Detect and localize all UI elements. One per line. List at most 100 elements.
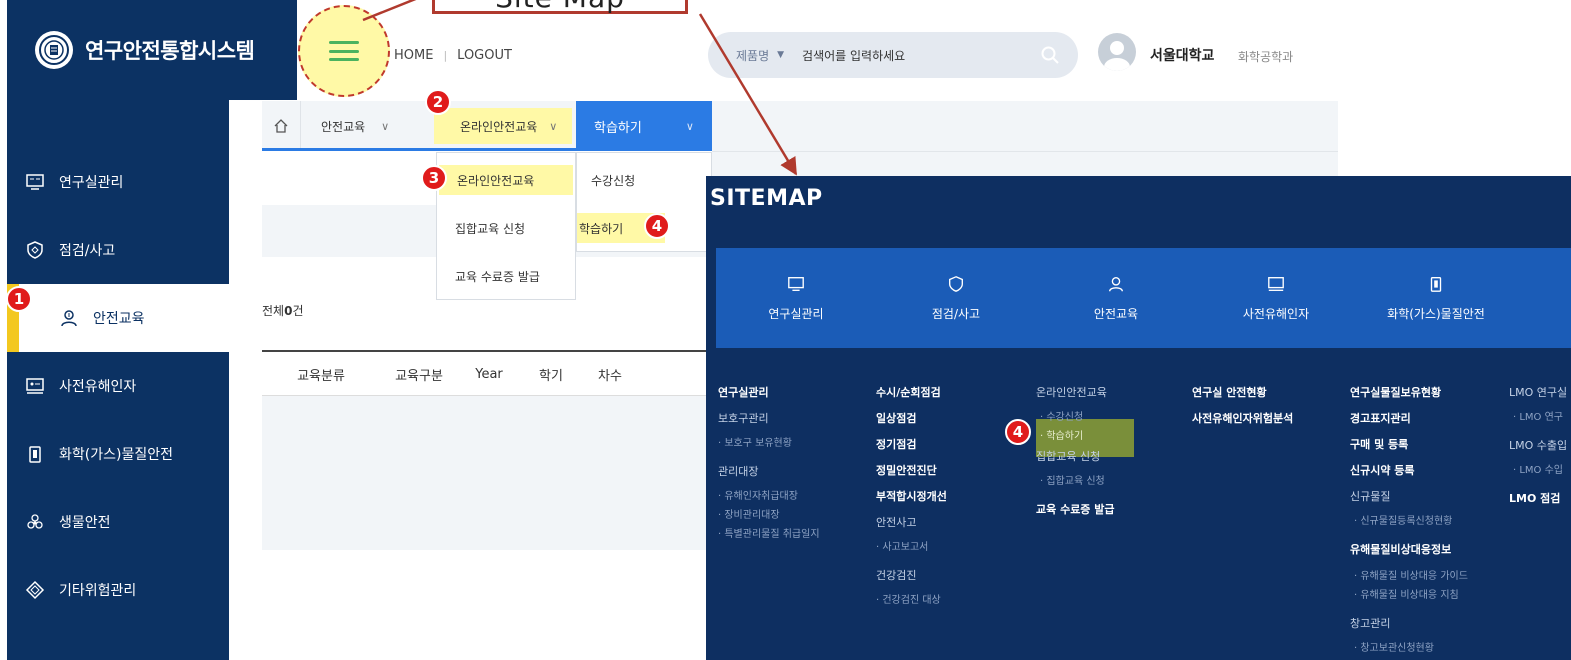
column-header[interactable]: Year bbox=[458, 352, 520, 396]
sitemap-categories: 연구실관리 점검/사고 안전교육 사전유해인자 화학(가스)물질안전 bbox=[716, 248, 1571, 348]
education-icon bbox=[1109, 276, 1123, 291]
sitemap-link[interactable]: 건강검진 bbox=[876, 567, 947, 583]
sitemap-link[interactable]: 경고표지관리 bbox=[1350, 410, 1468, 426]
screen-icon bbox=[26, 378, 44, 394]
diamond-icon bbox=[25, 580, 45, 600]
breadcrumb-level2[interactable]: 온라인안전교육 ∨ bbox=[434, 108, 572, 144]
sitemap-link[interactable]: 정기점검 bbox=[876, 436, 947, 452]
caret-down-icon[interactable]: ▼ bbox=[777, 50, 784, 60]
menu-item-online-education[interactable]: 온라인안전교육 bbox=[439, 165, 573, 195]
avatar[interactable] bbox=[1098, 33, 1136, 71]
sitemap-column-lab: 연구실관리 보호구관리 · 보호구 보유현황 관리대장 · 유해인자취급대장 ·… bbox=[718, 384, 820, 544]
shield-icon bbox=[27, 241, 43, 259]
sidebar-item-safety-education[interactable]: 안전교육 bbox=[7, 284, 229, 352]
sitemap-link[interactable]: LMO 수출입 bbox=[1509, 437, 1567, 453]
sitemap-link[interactable]: 관리대장 bbox=[718, 463, 820, 479]
search-category-select[interactable]: 제품명 bbox=[736, 47, 769, 64]
sidebar-item-bio-safety[interactable]: 생물안전 bbox=[7, 488, 229, 556]
sitemap-link[interactable]: 온라인안전교육 bbox=[1036, 384, 1115, 400]
top-links: HOME | LOGOUT bbox=[394, 48, 512, 63]
sitemap-category-label: 점검/사고 bbox=[931, 306, 981, 321]
sitemap-link[interactable]: 창고관리 bbox=[1350, 615, 1468, 631]
sitemap-link[interactable]: 구매 및 등록 bbox=[1350, 436, 1468, 452]
sitemap-category-label: 사전유해인자 bbox=[1242, 306, 1310, 321]
breadcrumb-level1-label: 안전교육 bbox=[321, 119, 366, 134]
biohazard-icon bbox=[27, 514, 43, 529]
sitemap-link[interactable]: 안전사고 bbox=[876, 514, 947, 530]
sitemap-sublink[interactable]: · 건강검진 대상 bbox=[876, 591, 947, 606]
sitemap-sublink[interactable]: · 장비관리대장 bbox=[718, 506, 820, 521]
sitemap-category-lab[interactable]: 연구실관리 bbox=[716, 248, 876, 348]
search-icon[interactable] bbox=[1040, 45, 1060, 65]
menu-item-group-education[interactable]: 집합교육 신청 bbox=[437, 213, 577, 243]
menu-item-enroll[interactable]: 수강신청 bbox=[577, 165, 713, 195]
sitemap-link[interactable]: 신규시약 등록 bbox=[1350, 462, 1468, 478]
sitemap-link[interactable]: 보호구관리 bbox=[718, 410, 820, 426]
sidebar-item-chemical-safety[interactable]: 화학(가스)물질안전 bbox=[7, 420, 229, 488]
sitemap-sublink[interactable]: · 집합교육 신청 bbox=[1036, 472, 1115, 487]
sitemap-sublink[interactable]: · 수강신청 bbox=[1036, 408, 1115, 423]
monitor-icon bbox=[788, 276, 804, 291]
sitemap-link[interactable]: LMO 점검 bbox=[1509, 490, 1567, 506]
sitemap-category-chemical[interactable]: 화학(가스)물질안전 bbox=[1356, 248, 1516, 348]
sitemap-callout: Site Map bbox=[432, 0, 688, 14]
step-badge: 3 bbox=[421, 165, 447, 191]
step-badge: 4 bbox=[644, 213, 670, 239]
sidebar-item-hazard-factors[interactable]: 사전유해인자 bbox=[7, 352, 229, 420]
brand-name: 연구안전통합시스템 bbox=[85, 39, 255, 63]
sitemap-sublink[interactable]: · 창고보관신청현황 bbox=[1350, 639, 1468, 654]
sidebar-item-other-risks[interactable]: 기타위험관리 bbox=[7, 556, 229, 624]
sitemap-category-hazard[interactable]: 사전유해인자 bbox=[1196, 248, 1356, 348]
sitemap-link[interactable]: 수시/순회점검 bbox=[876, 384, 947, 400]
sidebar-item-inspection[interactable]: 점검/사고 bbox=[7, 216, 229, 284]
home-link[interactable]: HOME bbox=[394, 48, 433, 63]
home-icon[interactable] bbox=[262, 101, 300, 151]
column-header[interactable]: 교육분류 bbox=[262, 352, 380, 396]
breadcrumb-level1[interactable]: 안전교육 ∨ bbox=[300, 101, 434, 151]
sitemap-link[interactable]: 집합교육 신청 bbox=[1036, 448, 1115, 464]
sitemap-sublink[interactable]: · 유해인자취급대장 bbox=[718, 487, 820, 502]
sitemap-sublink[interactable]: · 유해물질 비상대응 가이드 bbox=[1350, 567, 1468, 582]
sitemap-link[interactable]: 연구실관리 bbox=[718, 384, 820, 400]
brand[interactable]: 연구안전통합시스템 bbox=[7, 0, 297, 100]
sitemap-sublink-learn[interactable]: · 학습하기 bbox=[1036, 427, 1115, 442]
menu-item-certificate[interactable]: 교육 수료증 발급 bbox=[437, 261, 577, 291]
column-header[interactable]: 학기 bbox=[520, 352, 582, 396]
sitemap-column-hazard: 연구실 안전현황 사전유해인자위험분석 bbox=[1192, 384, 1293, 436]
column-header[interactable]: 차수 bbox=[582, 352, 638, 396]
sitemap-link[interactable]: 신규물질 bbox=[1350, 488, 1468, 504]
sitemap-link[interactable]: LMO 연구실 bbox=[1509, 384, 1567, 400]
hamburger-menu-icon[interactable] bbox=[329, 41, 359, 61]
sitemap-sublink[interactable]: · 사고보고서 bbox=[876, 538, 947, 553]
sitemap-sublink[interactable]: · 유해물질 비상대응 지침 bbox=[1350, 586, 1468, 601]
sitemap-link[interactable]: 사전유해인자위험분석 bbox=[1192, 410, 1293, 426]
dropdown-level3: 수강신청 학습하기 bbox=[576, 152, 712, 252]
sidebar: 연구실관리 점검/사고 안전교육 사전유해인자 화학(가스)물질안전 생물안전 … bbox=[7, 100, 229, 660]
sitemap-link[interactable]: 연구실물질보유현황 bbox=[1350, 384, 1468, 400]
table-header: 교육분류 교육구분 Year 학기 차수 bbox=[262, 350, 712, 396]
logout-link[interactable]: LOGOUT bbox=[457, 48, 512, 63]
sitemap-category-label: 안전교육 bbox=[1093, 306, 1139, 321]
column-header[interactable]: 교육구분 bbox=[380, 352, 458, 396]
search-input[interactable]: 검색어를 입력하세요 bbox=[802, 47, 1040, 64]
right-panel bbox=[712, 101, 1338, 176]
sitemap-sublink[interactable]: · 특별관리물질 취급일지 bbox=[718, 525, 820, 540]
sitemap-sublink[interactable]: · LMO 연구 bbox=[1509, 408, 1567, 423]
screen-icon bbox=[1268, 276, 1284, 291]
sitemap-link[interactable]: 일상점검 bbox=[876, 410, 947, 426]
sitemap-link[interactable]: 정밀안전진단 bbox=[876, 462, 947, 478]
sidebar-item-lab-management[interactable]: 연구실관리 bbox=[7, 148, 229, 216]
sitemap-link[interactable]: 교육 수료증 발급 bbox=[1036, 501, 1115, 517]
sitemap-sublink[interactable]: · 보호구 보유현황 bbox=[718, 434, 820, 449]
dropdown-level2: 온라인안전교육 집합교육 신청 교육 수료증 발급 bbox=[436, 152, 576, 300]
sitemap-sublink[interactable]: · 신규물질등록신청현황 bbox=[1350, 512, 1468, 527]
education-icon bbox=[61, 310, 77, 327]
sitemap-category-education[interactable]: 안전교육 bbox=[1036, 248, 1196, 348]
breadcrumb-level3[interactable]: 학습하기 ∨ bbox=[576, 101, 712, 151]
sitemap-link[interactable]: 부적합시정개선 bbox=[876, 488, 947, 504]
sitemap-category-inspection[interactable]: 점검/사고 bbox=[876, 248, 1036, 348]
sitemap-link[interactable]: 유해물질비상대응정보 bbox=[1350, 541, 1468, 557]
sidebar-item-label: 기타위험관리 bbox=[59, 583, 137, 599]
sitemap-sublink[interactable]: · LMO 수입 bbox=[1509, 461, 1567, 476]
sitemap-link[interactable]: 연구실 안전현황 bbox=[1192, 384, 1293, 400]
